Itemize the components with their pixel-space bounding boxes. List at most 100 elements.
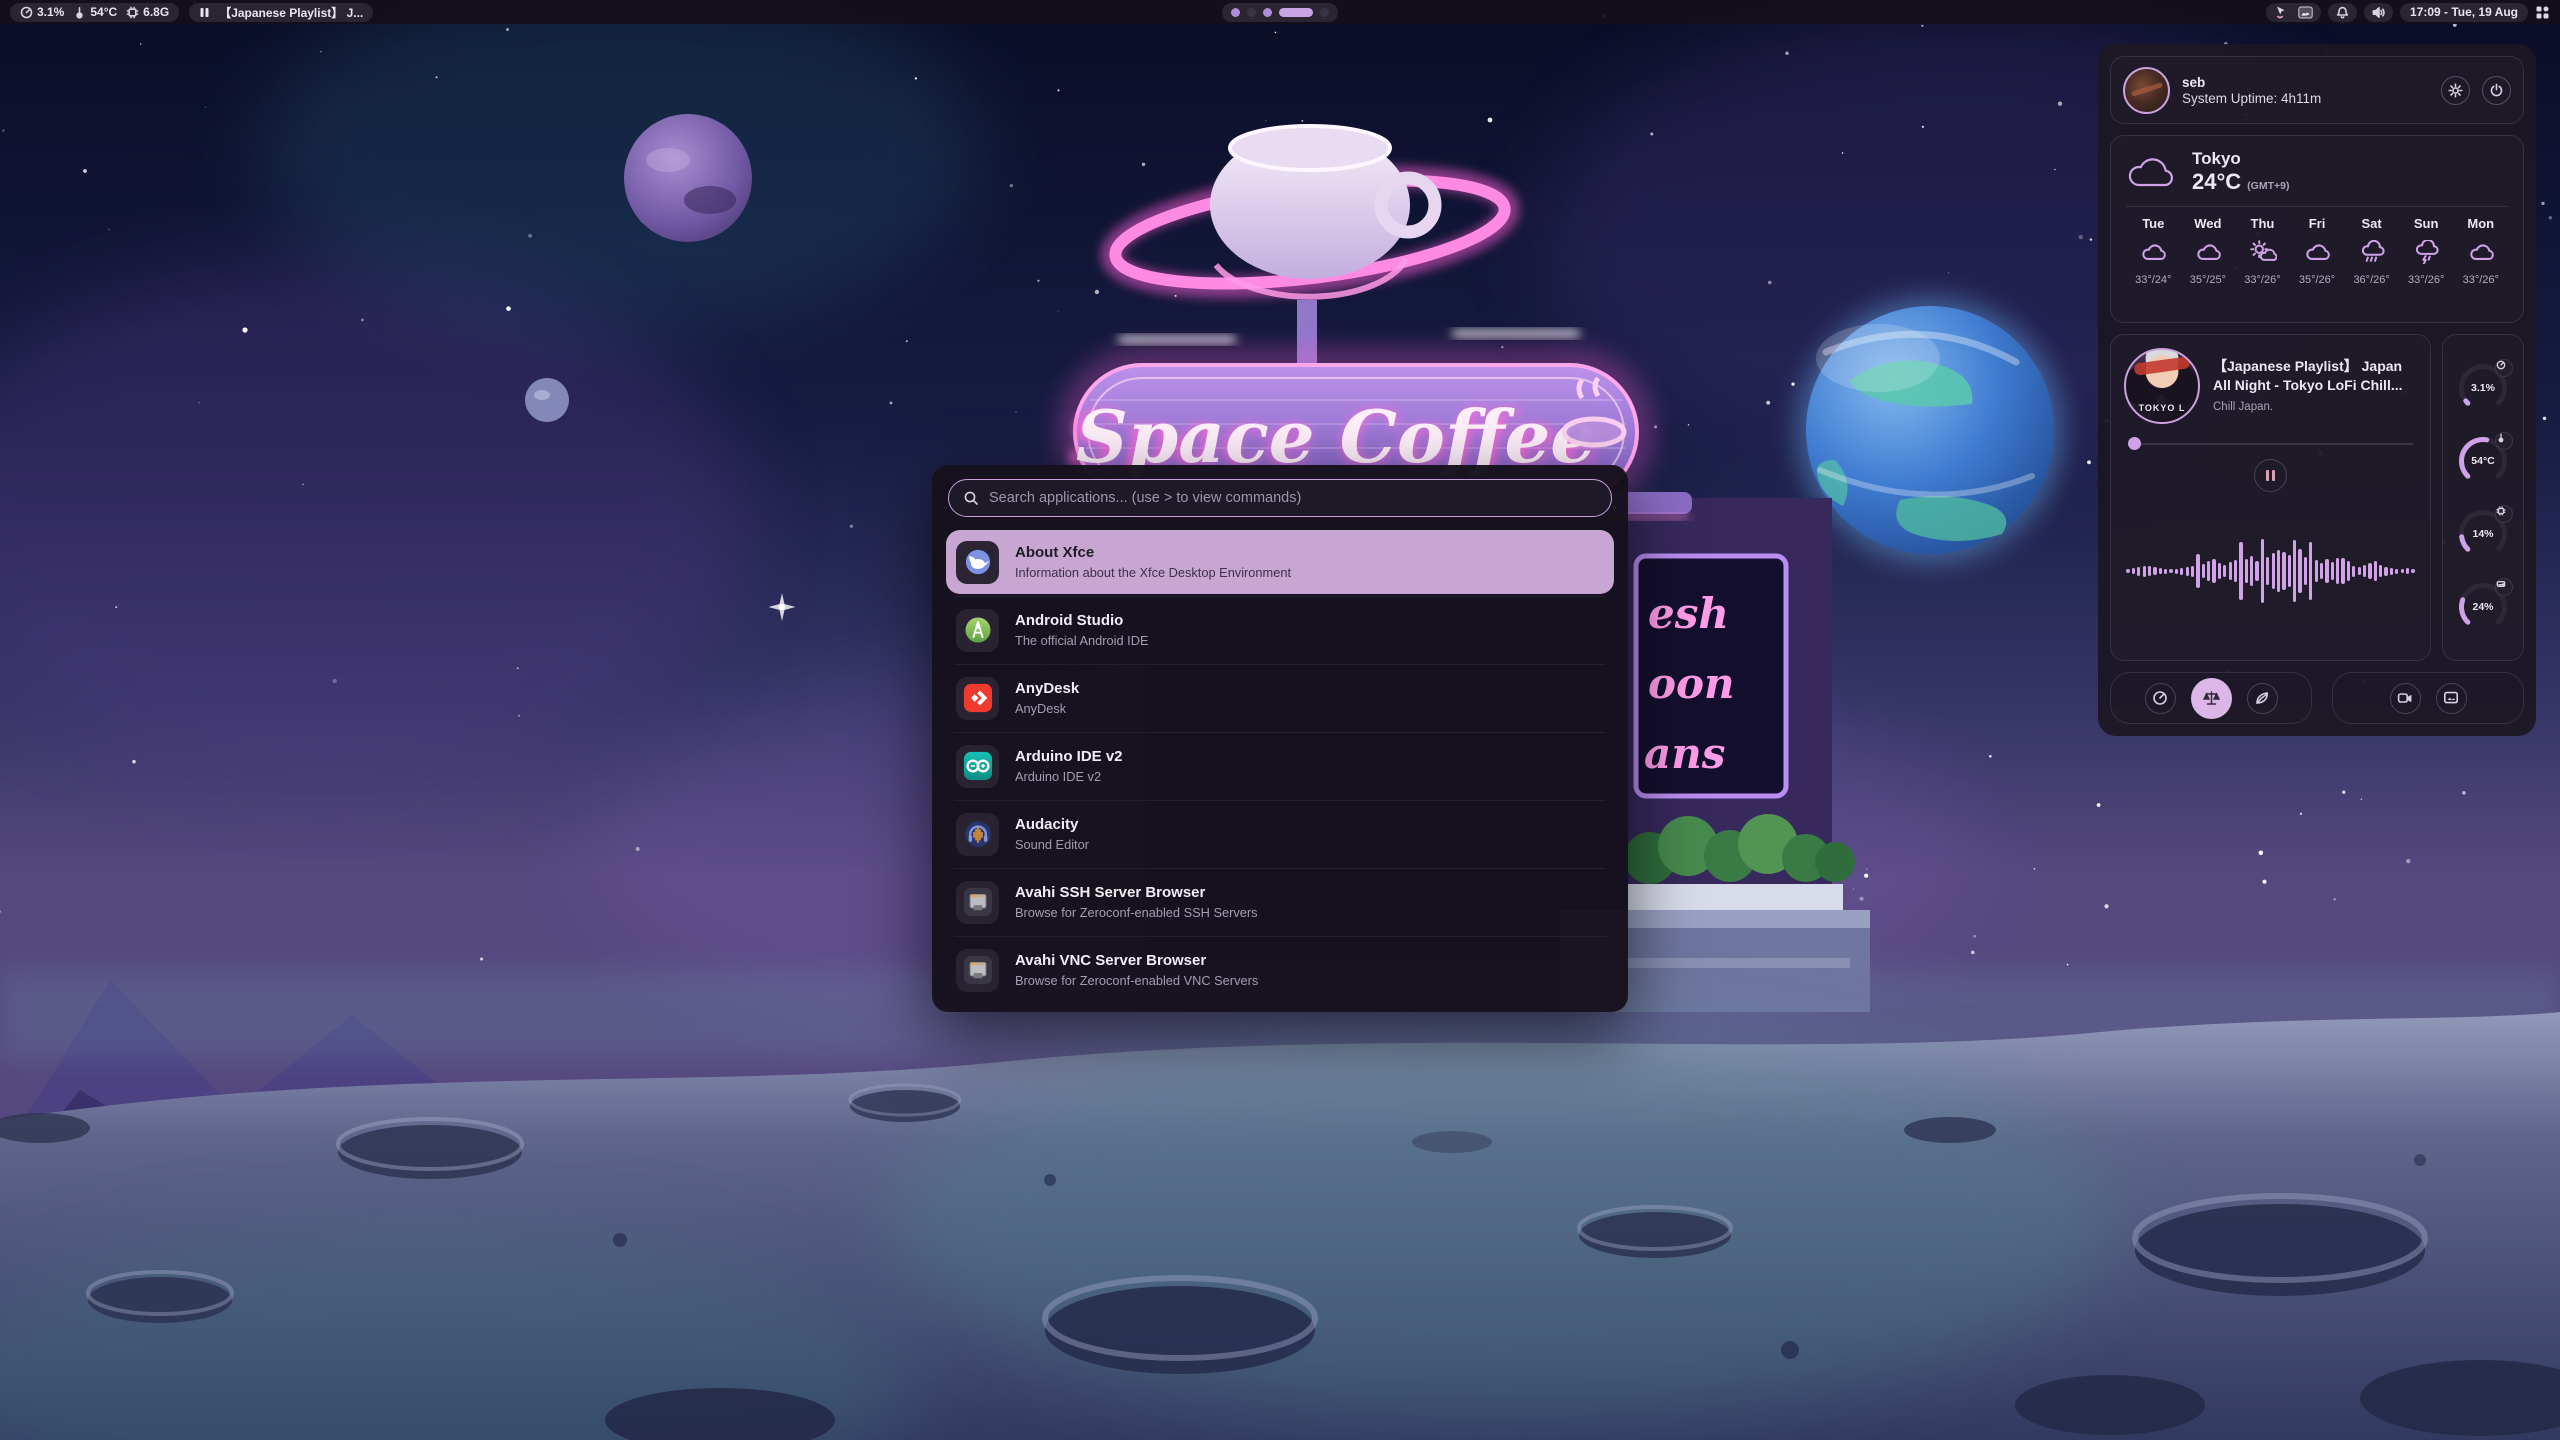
weather-city: Tokyo (2192, 149, 2289, 169)
anydesk-app-icon (956, 677, 999, 720)
chip-gauge: 14% (2457, 508, 2509, 560)
screenshot-button[interactable] (2436, 683, 2467, 714)
cpu-stat: 3.1% (20, 5, 64, 19)
workspace-dot-active[interactable] (1279, 8, 1313, 17)
performance-mode-button[interactable] (2145, 683, 2176, 714)
forecast-day-label: Sat (2344, 216, 2399, 231)
forecast-day: Thu33°/26° (2235, 216, 2290, 286)
pause-icon (199, 7, 210, 18)
app-row[interactable]: Android Studio The official Android IDE (946, 598, 1614, 662)
capture-tools-pill (2332, 672, 2524, 724)
forecast-temps: 33°/24° (2126, 274, 2181, 286)
weather-storm-icon (2399, 239, 2454, 265)
music-player-card: TOKYO L 【Japanese Playlist】 Japan All Ni… (2110, 334, 2431, 661)
app-row[interactable]: Avahi SSH Server BrowserBrowse for Zeroc… (946, 870, 1614, 934)
weather-cloud-icon (2126, 239, 2181, 265)
weather-cloud-icon (2181, 239, 2236, 265)
weather-rain-icon (2344, 239, 2399, 265)
search-bar[interactable] (948, 479, 1612, 517)
app-name: Audacity (1015, 816, 1089, 835)
system-uptime: System Uptime: 4h11m (2182, 91, 2429, 106)
powersave-mode-button[interactable] (2247, 683, 2278, 714)
disk-icon (2495, 578, 2513, 596)
chip-icon (2495, 505, 2513, 523)
app-description: Arduino IDE v2 (1015, 769, 1123, 784)
app-row[interactable]: Avahi VNC Server BrowserBrowse for Zeroc… (946, 938, 1614, 1002)
gear-icon (2448, 83, 2463, 98)
track-title: 【Japanese Playlist】 Japan All Night - To… (2213, 357, 2417, 395)
temp-stat: 54°C (73, 5, 117, 19)
notifications-button[interactable] (2328, 3, 2357, 22)
cloud-icon (2126, 153, 2178, 191)
app-name: Android Studio (1015, 612, 1149, 631)
power-mode-pill (2110, 672, 2312, 724)
power-icon (2489, 83, 2504, 98)
app-name: Arduino IDE v2 (1015, 748, 1123, 767)
window-neon-line: esh (1648, 589, 1729, 638)
app-list: About Xfce Information about the Xfce Des… (932, 530, 1628, 1002)
workspace-dot-empty[interactable] (1320, 8, 1329, 17)
forecast-day-label: Mon (2453, 216, 2508, 231)
app-row[interactable]: Arduino IDE v2 Arduino IDE v2 (946, 734, 1614, 798)
gauge-icon (20, 6, 33, 19)
forecast-temps: 33°/26° (2399, 274, 2454, 286)
power-button[interactable] (2482, 76, 2511, 105)
app-row[interactable]: About Xfce Information about the Xfce Des… (946, 530, 1614, 594)
system-stats-pill[interactable]: 3.1% 54°C 6.8G (10, 3, 179, 22)
now-playing-pill[interactable]: 【Japanese Playlist】 J... (189, 3, 373, 22)
thermo-icon (2495, 432, 2513, 450)
album-art-label: TOKYO L (2126, 403, 2198, 413)
avatar[interactable] (2123, 67, 2170, 114)
clock-pill[interactable]: 17:09 - Tue, 19 Aug (2400, 3, 2528, 22)
speedometer-icon (2152, 690, 2168, 706)
workspace-dot-occupied[interactable] (1231, 8, 1240, 17)
volume-button[interactable] (2364, 3, 2393, 22)
forecast-temps: 35°/26° (2290, 274, 2345, 286)
app-description: Information about the Xfce Desktop Envir… (1015, 565, 1291, 580)
pause-button[interactable] (2254, 459, 2287, 492)
memory-stat: 6.8G (126, 5, 169, 19)
workspace-dot-empty[interactable] (1247, 8, 1256, 17)
seek-handle[interactable] (2128, 437, 2141, 450)
app-name: About Xfce (1015, 544, 1291, 563)
balanced-mode-button[interactable] (2191, 678, 2232, 719)
forecast-temps: 33°/26° (2453, 274, 2508, 286)
bell-icon (2336, 6, 2349, 19)
user-card: seb System Uptime: 4h11m (2110, 56, 2524, 124)
gauge-gauge: 3.1% (2457, 362, 2509, 414)
xfce-app-icon (956, 541, 999, 584)
search-input[interactable] (989, 490, 1597, 506)
album-art: TOKYO L (2124, 348, 2200, 424)
forecast-day-label: Tue (2126, 216, 2181, 231)
input-tools-pill[interactable] (2266, 3, 2321, 22)
screen-record-button[interactable] (2390, 683, 2421, 714)
apps-grid-icon[interactable] (2535, 5, 2550, 20)
audio-visualizer (2124, 492, 2417, 652)
app-row[interactable]: Audacity Sound Editor (946, 802, 1614, 866)
app-description: Sound Editor (1015, 837, 1089, 852)
app-description: The official Android IDE (1015, 633, 1149, 648)
top-bar: 3.1% 54°C 6.8G 【Japanese Playlist】 J... … (0, 0, 2560, 24)
app-name: AnyDesk (1015, 680, 1079, 699)
app-description: AnyDesk (1015, 701, 1079, 716)
forecast-row: Tue33°/24°Wed35°/25°Thu33°/26°Fri35°/26°… (2126, 216, 2508, 286)
side-panel: seb System Uptime: 4h11m Tokyo 24°C (GMT… (2098, 44, 2536, 736)
workspace-indicator[interactable] (1222, 3, 1338, 22)
settings-button[interactable] (2441, 76, 2470, 105)
chip-icon (126, 6, 139, 19)
forecast-day-label: Fri (2290, 216, 2345, 231)
seek-bar[interactable] (2128, 437, 2413, 450)
app-row[interactable]: AnyDesk AnyDesk (946, 666, 1614, 730)
app-launcher: About Xfce Information about the Xfce Des… (932, 465, 1628, 1012)
forecast-day: Sat36°/26° (2344, 216, 2399, 286)
thermometer-icon (73, 6, 86, 19)
workspace-dot-occupied[interactable] (1263, 8, 1272, 17)
track-subtitle: Chill Japan. (2213, 401, 2417, 413)
gauge-icon (2495, 359, 2513, 377)
network-app-icon (956, 881, 999, 924)
speaker-icon (2372, 6, 2385, 19)
app-name: Avahi SSH Server Browser (1015, 884, 1258, 903)
screenshot-icon (2443, 690, 2459, 706)
weather-card: Tokyo 24°C (GMT+9) Tue33°/24°Wed35°/25°T… (2110, 135, 2524, 323)
forecast-day: Sun33°/26° (2399, 216, 2454, 286)
